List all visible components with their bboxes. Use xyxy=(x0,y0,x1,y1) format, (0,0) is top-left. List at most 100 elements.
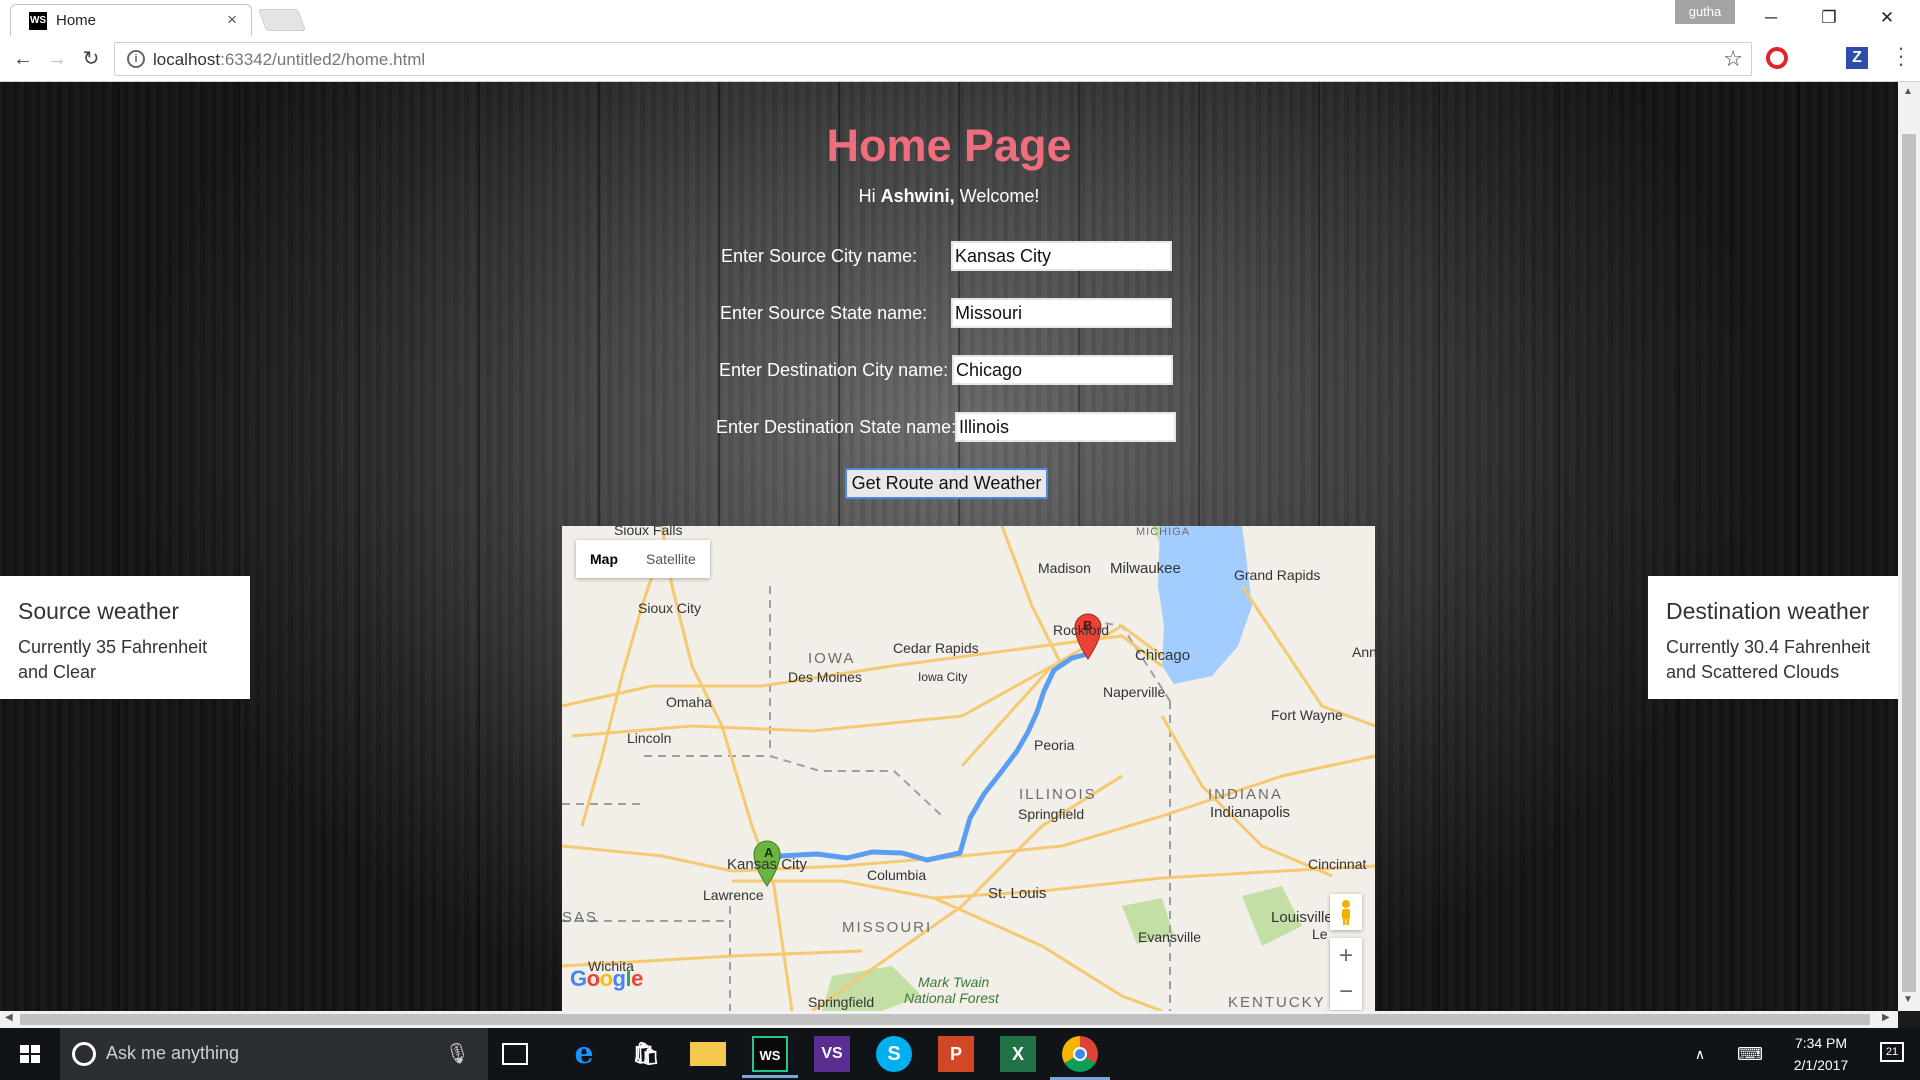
map-label-illinois: ILLINOIS xyxy=(1019,786,1097,803)
edge-browser-icon[interactable]: e xyxy=(566,1036,602,1072)
dest-state-input[interactable] xyxy=(955,412,1176,442)
destination-weather-card: Destination weather Currently 30.4 Fahre… xyxy=(1648,576,1898,699)
powerpoint-icon[interactable]: P xyxy=(938,1036,974,1072)
cortana-icon xyxy=(72,1042,96,1066)
clock-time: 7:34 PM xyxy=(1794,1035,1848,1051)
horizontal-scrollbar[interactable]: ◀ ▶ xyxy=(0,1011,1898,1028)
site-info-icon[interactable]: i xyxy=(127,50,145,68)
scroll-right-icon[interactable]: ▶ xyxy=(1882,1012,1890,1023)
dest-state-label: Enter Destination State name: xyxy=(716,417,957,437)
cortana-search-box[interactable]: Ask me anything 🎙 xyxy=(60,1028,488,1080)
search-placeholder: Ask me anything xyxy=(106,1043,240,1063)
new-tab-button[interactable] xyxy=(257,9,307,31)
map-label-louisville: Louisville xyxy=(1271,909,1333,926)
zoom-control: + − xyxy=(1330,938,1362,1010)
excel-icon[interactable]: X xyxy=(1000,1036,1036,1072)
map-label-chicago: Chicago xyxy=(1135,647,1191,664)
highways xyxy=(562,526,1375,1011)
map-label-sioux-city: Sioux City xyxy=(638,600,702,616)
profile-badge[interactable]: gutha xyxy=(1675,0,1735,24)
map-label-lawrence: Lawrence xyxy=(703,887,764,903)
user-name: Ashwini, xyxy=(880,186,955,206)
microphone-icon[interactable]: 🎙 xyxy=(445,1041,470,1066)
map-label-lincoln: Lincoln xyxy=(627,730,672,746)
map-label-indianapolis: Indianapolis xyxy=(1210,804,1291,821)
get-route-weather-button[interactable]: Get Route and Weather xyxy=(845,468,1048,499)
windows-logo-icon xyxy=(20,1045,40,1063)
url-text[interactable]: localhost:63342/untitled2/home.html xyxy=(153,50,425,70)
tray-overflow-icon[interactable]: ∧ xyxy=(1680,1028,1720,1080)
dest-city-label: Enter Destination City name: xyxy=(719,360,949,380)
map-label-lexington: Le xyxy=(1312,926,1328,942)
source-city-input[interactable] xyxy=(951,241,1172,271)
source-city-row: Enter Source City name: xyxy=(721,241,1173,271)
map-type-satellite-button[interactable]: Satellite xyxy=(632,540,710,578)
map-label-kansas-city: Kansas City xyxy=(727,856,808,873)
map-label-sioux-falls: Sioux Falls xyxy=(614,526,683,538)
map-label-peoria: Peoria xyxy=(1034,737,1075,753)
webstorm-favicon-icon: WS xyxy=(29,12,47,30)
map-canvas[interactable] xyxy=(562,526,1375,1011)
scroll-down-icon[interactable]: ▼ xyxy=(1903,994,1913,1005)
welcome-message: Hi Ashwini, Welcome! xyxy=(858,186,1040,206)
scroll-up-icon[interactable]: ▲ xyxy=(1903,86,1913,97)
destination-weather-text: Currently 30.4 Fahrenheit and Scattered … xyxy=(1666,637,1871,682)
map-label-michigan: MICHIGA xyxy=(1136,526,1191,538)
zoom-in-button[interactable]: + xyxy=(1330,938,1362,974)
reload-icon[interactable]: ↻ xyxy=(76,44,106,74)
opera-extension-icon[interactable] xyxy=(1766,47,1788,69)
browser-menu-icon[interactable]: · · · xyxy=(1896,37,1906,75)
source-weather-card: Source weather Currently 35 Fahrenheit a… xyxy=(0,576,250,699)
omnibox[interactable]: i localhost:63342/untitled2/home.html ☆ xyxy=(114,42,1752,76)
dest-city-row: Enter Destination City name: xyxy=(719,355,1173,385)
map-label-kentucky: KENTUCKY xyxy=(1228,994,1326,1011)
source-weather-text: Currently 35 Fahrenheit and Clear xyxy=(18,637,208,682)
notification-count: 21 xyxy=(1880,1042,1904,1062)
minimize-icon[interactable]: ─ xyxy=(1742,2,1800,34)
action-center-icon[interactable]: 21 xyxy=(1870,1028,1914,1080)
clock[interactable]: 7:34 PM 2/1/2017 xyxy=(1776,1028,1866,1080)
map-label-fort-wayne: Fort Wayne xyxy=(1271,707,1343,723)
source-state-label: Enter Source State name: xyxy=(720,303,928,323)
browser-tab-home[interactable]: WS Home × xyxy=(10,4,252,36)
map-label-cincinnati: Cincinnat xyxy=(1308,856,1367,872)
z-extension-icon[interactable]: Z xyxy=(1846,47,1868,69)
back-arrow-icon[interactable]: ← xyxy=(8,44,38,74)
keyboard-icon[interactable]: ⌨ xyxy=(1728,1028,1772,1080)
vertical-scroll-thumb[interactable] xyxy=(1902,134,1916,992)
page-title: Home Page xyxy=(826,120,1072,171)
map-type-map-button[interactable]: Map xyxy=(576,540,632,578)
chrome-icon[interactable] xyxy=(1050,1036,1110,1080)
map-label-omaha: Omaha xyxy=(666,694,712,710)
bookmark-star-icon[interactable]: ☆ xyxy=(1723,46,1743,72)
close-window-icon[interactable]: ✕ xyxy=(1858,2,1916,34)
map-label-cedar-rapids: Cedar Rapids xyxy=(893,640,979,656)
destination-weather-title: Destination weather xyxy=(1666,598,1870,624)
close-tab-icon[interactable]: × xyxy=(227,10,237,30)
restore-icon[interactable]: ❐ xyxy=(1800,2,1858,34)
map-label-madison: Madison xyxy=(1038,560,1091,576)
map-label-mark-twain: Mark Twain xyxy=(918,974,990,990)
source-weather-title: Source weather xyxy=(18,598,180,624)
task-view-icon[interactable] xyxy=(502,1043,528,1065)
tab-title: Home xyxy=(56,12,97,29)
vertical-scrollbar[interactable]: ▲ ▼ xyxy=(1898,82,1920,1011)
google-logo: Google xyxy=(570,966,643,991)
horizontal-scroll-thumb[interactable] xyxy=(20,1014,1870,1025)
route-map[interactable]: A B Sioux Falls Sioux City IOWA Des Moin… xyxy=(562,526,1375,1011)
pegman-icon[interactable] xyxy=(1330,894,1362,930)
start-button[interactable] xyxy=(0,1028,60,1080)
store-icon[interactable]: 🛍 xyxy=(628,1036,664,1072)
source-state-input[interactable] xyxy=(951,298,1172,328)
source-city-label: Enter Source City name: xyxy=(721,246,918,266)
file-explorer-icon[interactable] xyxy=(690,1042,726,1066)
webstorm-icon[interactable]: WS xyxy=(742,1036,798,1078)
address-bar-row: ← → ↻ i localhost:63342/untitled2/home.h… xyxy=(0,36,1920,82)
map-label-springfield: Springfield xyxy=(1018,806,1085,822)
zoom-out-button[interactable]: − xyxy=(1330,974,1362,1010)
skype-icon[interactable]: S xyxy=(876,1036,912,1072)
scroll-left-icon[interactable]: ◀ xyxy=(5,1012,13,1023)
forward-arrow-icon[interactable]: → xyxy=(42,44,72,74)
visual-studio-icon[interactable]: VS xyxy=(814,1036,850,1072)
dest-city-input[interactable] xyxy=(952,355,1173,385)
